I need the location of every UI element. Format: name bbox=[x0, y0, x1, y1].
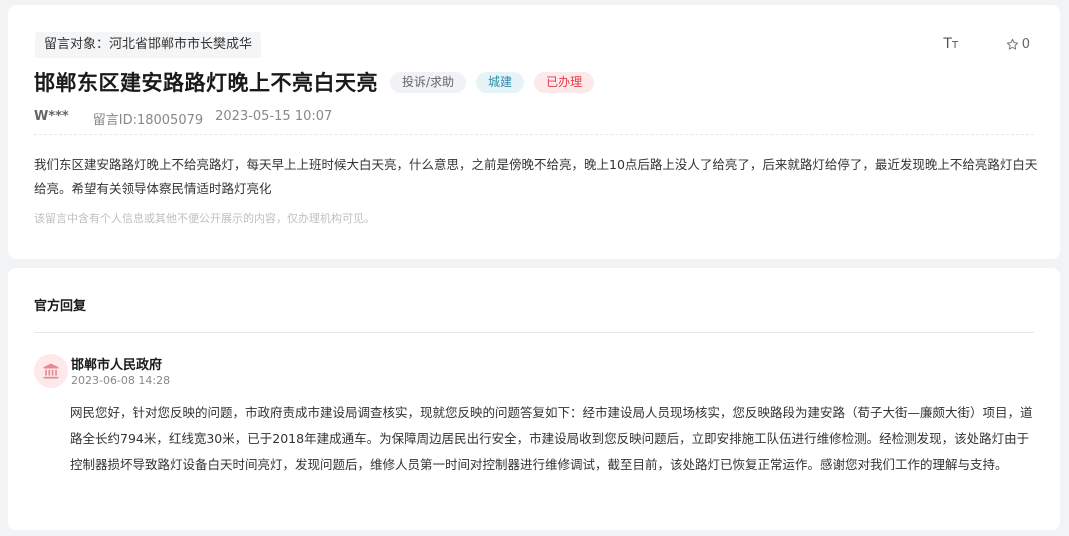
message-target-label: 留言对象： bbox=[44, 37, 110, 52]
message-title: 邯郸东区建安路路灯晚上不亮白天亮 bbox=[34, 71, 378, 95]
title-row: 邯郸东区建安路路灯晚上不亮白天亮 投诉/求助 城建 已办理 bbox=[34, 67, 604, 97]
message-target-value: 河北省邯郸市市长樊成华 bbox=[109, 37, 253, 52]
reply-card: 官方回复 邯郸市人民政府 2023-06-08 14:28 网民您好，针对您反映… bbox=[8, 268, 1060, 530]
message-meta: W*** 留言ID:18005079 2023-05-15 10:07 bbox=[34, 109, 332, 128]
favorite-count: 0 bbox=[1021, 36, 1030, 52]
star-icon bbox=[1006, 38, 1018, 50]
reply-datetime: 2023-06-08 14:28 bbox=[71, 374, 171, 387]
government-building-icon bbox=[43, 363, 59, 379]
reply-heading: 官方回复 bbox=[34, 299, 87, 314]
message-target: 留言对象：河北省邯郸市市长樊成华 bbox=[35, 32, 262, 58]
message-card: 留言对象：河北省邯郸市市长樊成华 TT 0 邯郸东区建安路路灯晚上不亮白天亮 投… bbox=[8, 5, 1060, 259]
type-tag: 投诉/求助 bbox=[390, 71, 467, 93]
message-tools: TT 0 bbox=[938, 36, 1030, 52]
divider bbox=[34, 134, 1034, 135]
favorite-button[interactable]: 0 bbox=[1006, 37, 1030, 52]
status-badge: 已办理 bbox=[534, 71, 595, 93]
reply-divider bbox=[34, 332, 1034, 333]
privacy-notice: 该留言中含有个人信息或其他不便公开展示的内容，仅办理机构可见。 bbox=[34, 212, 375, 225]
message-id: 留言ID:18005079 bbox=[92, 113, 204, 128]
message-datetime: 2023-05-15 10:07 bbox=[215, 109, 333, 124]
avatar bbox=[34, 354, 68, 388]
reply-content: 网民您好，针对您反映的问题，市政府责成市建设局调查核实，现就您反映的问题答复如下… bbox=[70, 405, 1033, 472]
font-size-icon[interactable]: TT bbox=[938, 36, 964, 52]
author-name: W*** bbox=[34, 109, 69, 124]
category-tag: 城建 bbox=[476, 71, 525, 93]
message-content: 我们东区建安路路灯晚上不给亮路灯，每天早上上班时候大白天亮，什么意思，之前是傍晚… bbox=[34, 157, 1038, 196]
reply-org-name: 邯郸市人民政府 bbox=[71, 358, 163, 373]
